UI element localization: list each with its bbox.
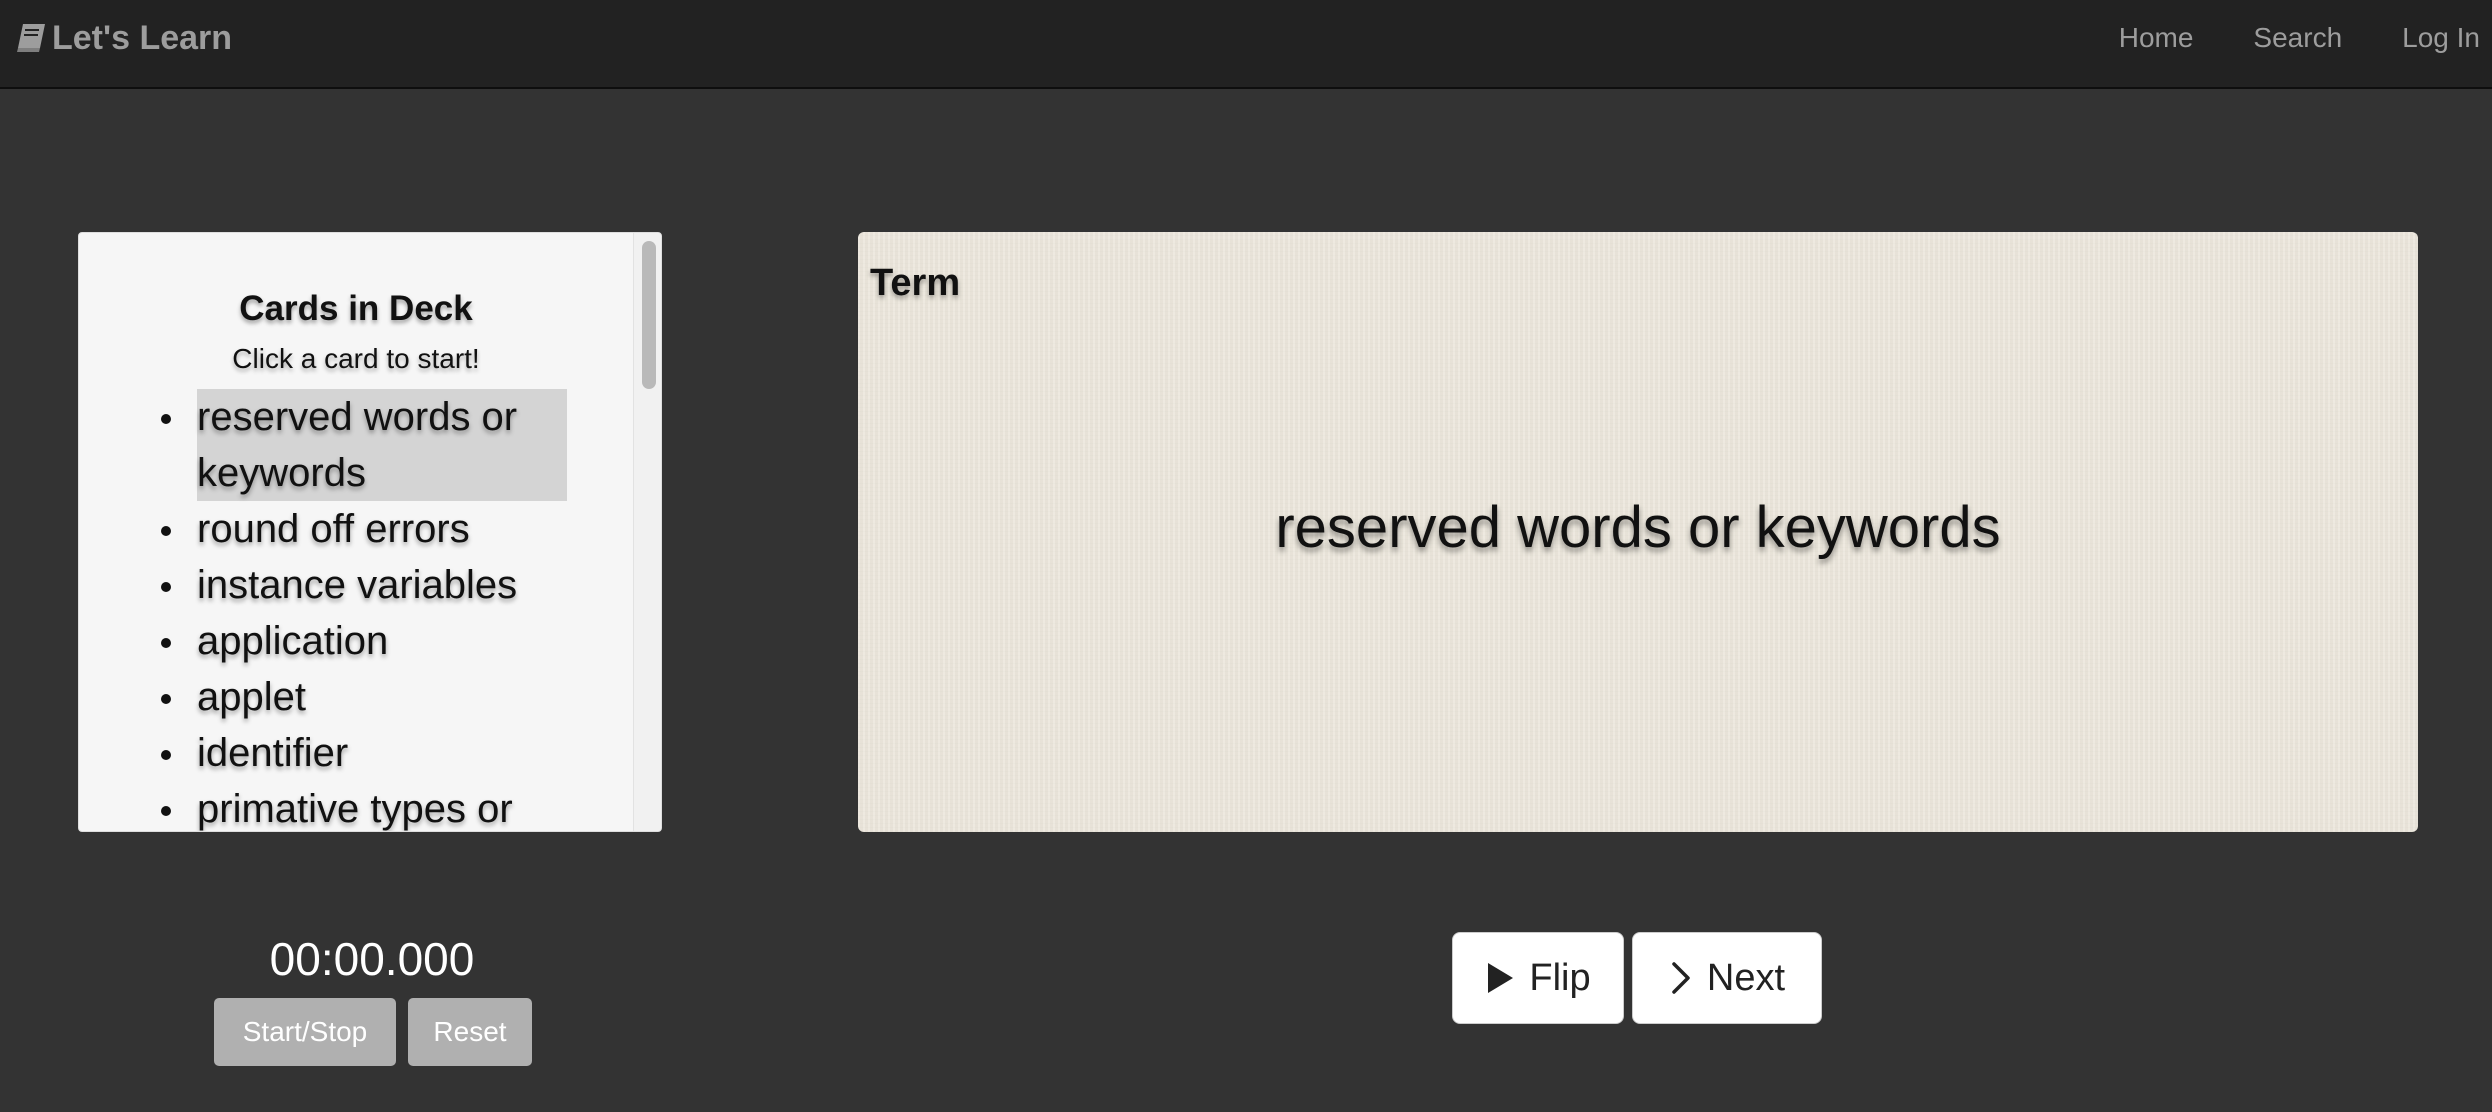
nav-links: Home Search Log In [2059,0,2492,76]
card-list-item[interactable]: round off errors [161,501,567,557]
card-list-item[interactable]: instance variables [161,557,567,613]
navbar: Let's Learn Home Search Log In [0,0,2492,89]
reset-button[interactable]: Reset [408,998,532,1066]
chevron-right-icon [1669,961,1693,995]
next-button[interactable]: Next [1632,932,1822,1024]
card-list: reserved words or keywords round off err… [79,389,633,831]
deck-subtitle: Click a card to start! [232,343,480,374]
book-icon [14,21,48,55]
start-stop-button[interactable]: Start/Stop [214,998,396,1066]
next-label: Next [1706,956,1786,999]
card-list-item-selected[interactable]: reserved words or keywords [161,389,567,501]
flashcard[interactable]: Term reserved words or keywords [858,232,2418,832]
card-list-item[interactable]: identifier [161,725,567,781]
timer-display: 00:00.000 [269,933,475,985]
brand-link[interactable]: Let's Learn [14,16,232,60]
flip-button[interactable]: Flip [1452,932,1624,1024]
card-list-item[interactable]: application [161,613,567,669]
play-icon [1485,961,1515,995]
card-text: reserved words or keywords [1275,494,2001,560]
card-list-item[interactable]: applet [161,669,567,725]
deck-scrollbar[interactable] [633,233,661,831]
deck-title: Cards in Deck [239,289,473,328]
card-list-item[interactable]: primative types or [161,781,567,831]
brand-label: Let's Learn [52,18,233,57]
nav-search-link[interactable]: Search [2253,22,2342,54]
flip-label: Flip [1529,956,1591,999]
nav-login-link[interactable]: Log In [2402,22,2480,54]
deck-scrollbar-thumb[interactable] [642,241,656,389]
deck-scroll-area[interactable]: Cards in Deck Click a card to start! res… [79,233,633,831]
nav-home-link[interactable]: Home [2119,22,2194,54]
deck-panel: Cards in Deck Click a card to start! res… [78,232,662,832]
